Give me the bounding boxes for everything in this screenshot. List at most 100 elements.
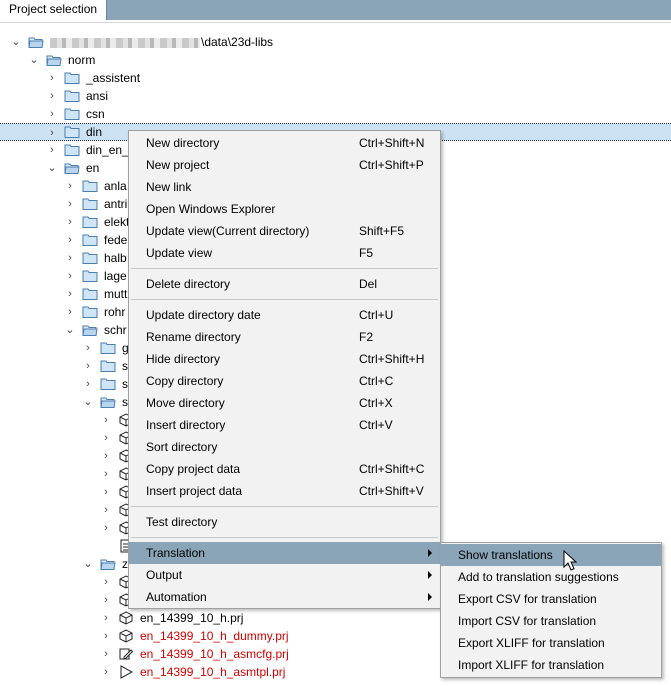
tree-label: fede xyxy=(104,233,128,247)
cube-icon xyxy=(119,611,133,625)
project-label: en_14399_10_h.prj xyxy=(140,611,244,625)
folder-icon xyxy=(82,252,98,264)
tree-label: rohr xyxy=(104,305,126,319)
chevron-right-icon[interactable]: › xyxy=(65,214,75,230)
menu-item-insert-directory[interactable]: Insert directory Ctrl+V xyxy=(129,414,440,436)
folder-icon xyxy=(82,180,98,192)
chevron-right-icon[interactable]: › xyxy=(101,628,111,644)
tree-label: elekt xyxy=(104,215,130,229)
menu-item-open-explorer[interactable]: Open Windows Explorer xyxy=(129,198,440,220)
chevron-right-icon[interactable]: › xyxy=(65,250,75,266)
menu-item-test-directory[interactable]: Test directory xyxy=(129,511,440,533)
menu-item-insert-project-data[interactable]: Insert project data Ctrl+Shift+V xyxy=(129,480,440,502)
tree-label: antri xyxy=(104,197,128,211)
folder-icon xyxy=(82,270,98,282)
chevron-right-icon[interactable]: › xyxy=(47,125,57,141)
chevron-right-icon[interactable]: › xyxy=(101,664,111,680)
menu-item-update-view-current[interactable]: Update view(Current directory) Shift+F5 xyxy=(129,220,440,242)
menu-item-new-link[interactable]: New link xyxy=(129,176,440,198)
menu-item-translation[interactable]: Translation xyxy=(129,542,440,564)
chevron-right-icon[interactable]: › xyxy=(47,106,57,122)
menu-item-new-directory[interactable]: New directory Ctrl+Shift+N xyxy=(129,132,440,154)
menu-item-output[interactable]: Output xyxy=(129,564,440,586)
chevron-right-icon[interactable]: › xyxy=(101,520,111,536)
folder-open-icon xyxy=(64,163,80,174)
submenu-item-import-csv[interactable]: Import CSV for translation xyxy=(441,610,661,632)
folder-icon xyxy=(64,126,80,138)
chevron-right-icon[interactable]: › xyxy=(65,286,75,302)
menu-item-new-project[interactable]: New project Ctrl+Shift+P xyxy=(129,154,440,176)
tree-label: mutt xyxy=(104,287,128,301)
chevron-right-icon[interactable]: › xyxy=(83,340,93,356)
tree-row-assistent[interactable]: › _assistent xyxy=(0,69,671,87)
tree-row-csn[interactable]: › csn xyxy=(0,105,671,123)
chevron-right-icon[interactable]: › xyxy=(101,574,111,590)
chevron-right-icon[interactable]: › xyxy=(101,646,111,662)
tree-label: ansi xyxy=(86,89,109,103)
project-label: en_14399_10_h_asmtpl.prj xyxy=(140,665,286,679)
tree-label: _assistent xyxy=(86,71,141,85)
tree-row-root[interactable]: ⌄ \data\23d-libs xyxy=(0,33,671,51)
chevron-right-icon[interactable]: › xyxy=(83,358,93,374)
submenu-item-add-translation-suggestions[interactable]: Add to translation suggestions xyxy=(441,566,661,588)
chevron-down-icon[interactable]: ⌄ xyxy=(83,394,93,410)
chevron-right-icon[interactable]: › xyxy=(101,502,111,518)
chevron-right-icon[interactable]: › xyxy=(101,430,111,446)
root-path: \data\23d-libs xyxy=(50,33,273,51)
menu-item-copy-project-data[interactable]: Copy project data Ctrl+Shift+C xyxy=(129,458,440,480)
menu-item-delete-directory[interactable]: Delete directory Del xyxy=(129,273,440,295)
chevron-right-icon[interactable]: › xyxy=(101,610,111,626)
chevron-right-icon[interactable]: › xyxy=(101,592,111,608)
folder-icon xyxy=(100,360,116,372)
chevron-right-icon[interactable]: › xyxy=(101,466,111,482)
menu-item-rename-directory[interactable]: Rename directory F2 xyxy=(129,326,440,348)
folder-icon xyxy=(82,288,98,300)
chevron-down-icon[interactable]: ⌄ xyxy=(11,34,21,50)
chevron-right-icon[interactable]: › xyxy=(65,268,75,284)
menu-item-update-directory-date[interactable]: Update directory date Ctrl+U xyxy=(129,304,440,326)
tree-row-ansi[interactable]: › ansi xyxy=(0,87,671,105)
submenu-arrow-icon xyxy=(428,571,432,579)
tree-row-norm[interactable]: ⌄ norm xyxy=(0,51,671,69)
submenu-item-show-translations[interactable]: Show translations xyxy=(441,544,661,566)
translation-submenu: Show translations Add to translation sug… xyxy=(440,542,662,678)
submenu-arrow-icon xyxy=(428,549,432,557)
folder-icon xyxy=(82,306,98,318)
menu-item-sort-directory[interactable]: Sort directory xyxy=(129,436,440,458)
menu-separator xyxy=(131,268,438,269)
tree-label: din xyxy=(86,125,103,139)
chevron-down-icon[interactable]: ⌄ xyxy=(29,52,39,68)
chevron-right-icon[interactable]: › xyxy=(47,88,57,104)
chevron-right-icon[interactable]: › xyxy=(47,142,57,158)
mouse-cursor-icon xyxy=(563,550,577,571)
chevron-down-icon[interactable]: ⌄ xyxy=(47,160,57,176)
chevron-down-icon[interactable]: ⌄ xyxy=(83,556,93,572)
menu-item-move-directory[interactable]: Move directory Ctrl+X xyxy=(129,392,440,414)
menu-item-automation[interactable]: Automation xyxy=(129,586,440,608)
folder-open-icon xyxy=(100,559,116,570)
submenu-item-export-csv[interactable]: Export CSV for translation xyxy=(441,588,661,610)
chevron-right-icon[interactable]: › xyxy=(65,196,75,212)
submenu-item-export-xliff[interactable]: Export XLIFF for translation xyxy=(441,632,661,654)
menu-separator xyxy=(131,506,438,507)
tab-project-selection[interactable]: Project selection xyxy=(0,0,108,20)
tree-label: schr xyxy=(104,323,127,337)
chevron-right-icon[interactable]: › xyxy=(65,304,75,320)
folder-open-icon xyxy=(28,37,44,48)
menu-item-update-view[interactable]: Update view F5 xyxy=(129,242,440,264)
cube-icon xyxy=(119,629,133,643)
chevron-down-icon[interactable]: ⌄ xyxy=(65,322,75,338)
chevron-right-icon[interactable]: › xyxy=(47,70,57,86)
folder-icon xyxy=(100,342,116,354)
tree-label: din_en_ xyxy=(86,143,129,157)
chevron-right-icon[interactable]: › xyxy=(65,178,75,194)
submenu-item-import-xliff[interactable]: Import XLIFF for translation xyxy=(441,654,661,676)
chevron-right-icon[interactable]: › xyxy=(101,448,111,464)
menu-item-hide-directory[interactable]: Hide directory Ctrl+Shift+H xyxy=(129,348,440,370)
chevron-right-icon[interactable]: › xyxy=(83,376,93,392)
chevron-right-icon[interactable]: › xyxy=(65,232,75,248)
chevron-right-icon[interactable]: › xyxy=(101,412,111,428)
menu-item-copy-directory[interactable]: Copy directory Ctrl+C xyxy=(129,370,440,392)
folder-icon xyxy=(64,108,80,120)
chevron-right-icon[interactable]: › xyxy=(101,484,111,500)
